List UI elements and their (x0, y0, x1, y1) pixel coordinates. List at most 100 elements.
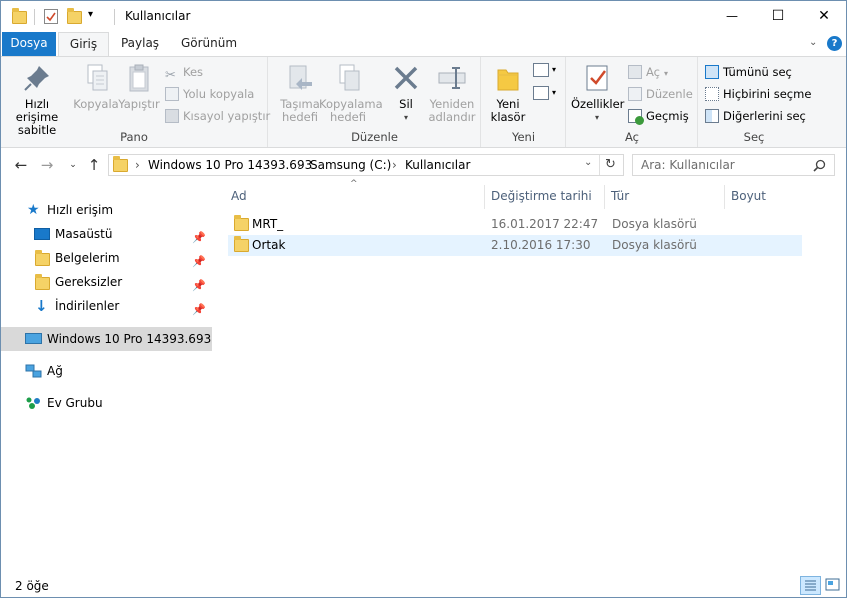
forward-arrow-icon: → (40, 156, 54, 174)
new-folder-button[interactable]: Yeni klasör (486, 62, 530, 124)
column-header-size[interactable]: Boyut (725, 185, 805, 209)
search-box[interactable]: Ara: Kullanıcılar (632, 154, 835, 176)
new-folder-icon (492, 62, 524, 94)
separator (34, 9, 35, 25)
move-to-button[interactable]: Taşıma hedefi (275, 62, 325, 124)
file-name: Ortak (252, 238, 286, 252)
properties-button[interactable]: Özellikler ▾ (571, 62, 624, 124)
address-bar[interactable]: › Windows 10 Pro 14393.693 › Samsung (C:… (108, 154, 624, 176)
column-header-name[interactable]: Ad (225, 185, 485, 209)
download-arrow-icon: ↓ (35, 297, 48, 315)
copy-path-icon (165, 87, 179, 101)
column-header-modified[interactable]: Değiştirme tarihi (485, 185, 605, 209)
copy-icon (80, 62, 112, 94)
ribbon-tabs: Dosya Giriş Paylaş Görünüm ⌄ ? (1, 32, 846, 57)
minimize-button[interactable]: — (709, 1, 755, 31)
separator (599, 155, 600, 175)
pin-icon[interactable]: 📌 (192, 298, 206, 322)
chevron-down-icon: ⌄ (69, 160, 77, 170)
table-row[interactable]: MRT_ 16.01.2017 22:47 Dosya klasörü (228, 214, 802, 235)
open-group: Özellikler ▾ Aç ▾ Düzenle Geçmiş Aç (567, 57, 698, 147)
organize-group: Taşıma hedefi Kopyalama hedefi Sil ▾ Yen… (269, 57, 481, 147)
edit-button[interactable]: Düzenle (628, 84, 693, 104)
rename-icon (436, 62, 468, 94)
new-folder-quick-icon[interactable] (67, 8, 82, 24)
clipboard-group: Hızlı erişime sabitle Kopyala Yapıştır ✂… (1, 57, 270, 147)
nav-documents[interactable]: Belgelerim 📌 (1, 246, 212, 270)
search-input[interactable]: Ara: Kullanıcılar (641, 158, 735, 172)
search-icon (813, 159, 826, 172)
large-icons-view-button[interactable] (823, 576, 844, 595)
open-icon (628, 65, 642, 79)
customize-quick-access-icon[interactable]: ▾ (88, 9, 93, 20)
copy-to-button[interactable]: Kopyalama hedefi (319, 62, 383, 124)
tab-home[interactable]: Giriş (58, 32, 109, 57)
invert-selection-button[interactable]: Diğerlerini seç (705, 106, 806, 126)
window-title: Kullanıcılar (125, 9, 191, 23)
breadcrumb-separator: › (392, 158, 397, 172)
nav-homegroup[interactable]: Ev Grubu (1, 391, 212, 415)
back-button[interactable]: ← (12, 156, 30, 174)
collapse-ribbon-icon[interactable]: ⌄ (809, 37, 817, 48)
column-header-type[interactable]: Tür (605, 185, 725, 209)
large-icons-view-icon (825, 578, 840, 591)
paste-shortcut-button[interactable]: Kısayol yapıştır (165, 106, 270, 126)
navigation-pane: ★ Hızlı erişim Masaüstü 📌 Belgelerim 📌 G… (1, 181, 212, 571)
up-button[interactable]: ↑ (85, 156, 103, 174)
refresh-icon[interactable]: ↻ (605, 157, 616, 172)
nav-junk[interactable]: Gereksizler 📌 (1, 270, 212, 294)
nav-network[interactable]: Ağ (1, 359, 212, 383)
paste-shortcut-icon (165, 109, 179, 123)
select-all-button[interactable]: Tümünü seç (705, 62, 792, 82)
select-none-icon (705, 87, 719, 101)
open-button[interactable]: Aç ▾ (628, 62, 668, 82)
move-to-icon (284, 62, 316, 94)
ribbon: Hızlı erişime sabitle Kopyala Yapıştır ✂… (1, 56, 846, 148)
close-button[interactable]: ✕ (801, 1, 847, 31)
help-icon[interactable]: ? (827, 36, 842, 51)
folder-icon (234, 236, 249, 252)
rename-button[interactable]: Yeniden adlandır (427, 62, 477, 124)
history-icon (628, 109, 644, 125)
details-view-button[interactable] (800, 576, 821, 595)
tab-view[interactable]: Görünüm (173, 32, 245, 56)
computer-icon (25, 333, 42, 344)
paste-button[interactable]: Yapıştır (117, 62, 161, 111)
delete-button[interactable]: Sil ▾ (387, 62, 425, 124)
select-none-button[interactable]: Hiçbirini seçme (705, 84, 811, 104)
new-group-label: Yeni (511, 130, 536, 144)
folder-icon (35, 274, 50, 290)
recent-locations-button[interactable]: ⌄ (64, 156, 82, 174)
tab-share[interactable]: Paylaş (113, 32, 167, 56)
cut-button[interactable]: ✂ Kes (165, 62, 203, 83)
delete-x-icon (390, 62, 422, 94)
properties-quick-icon[interactable] (44, 9, 58, 24)
details-view-icon (805, 580, 816, 591)
tab-file[interactable]: Dosya (2, 32, 56, 56)
pin-quick-access-button[interactable]: Hızlı erişime sabitle (5, 62, 69, 137)
close-icon: ✕ (818, 8, 830, 24)
organize-group-label: Düzenle (351, 130, 398, 144)
nav-downloads[interactable]: ↓ İndirilenler 📌 (1, 294, 212, 318)
nav-this-pc[interactable]: Windows 10 Pro 14393.693 (1, 327, 212, 351)
desktop-icon (34, 228, 50, 240)
history-button[interactable]: Geçmiş (628, 106, 689, 126)
copy-path-button[interactable]: Yolu kopyala (165, 84, 254, 104)
address-history-dropdown[interactable]: ⌄ (584, 157, 592, 168)
separator (114, 9, 115, 25)
forward-button[interactable]: → (38, 156, 56, 174)
chevron-down-icon: ▾ (552, 88, 557, 97)
address-row: ← → ⌄ ↑ › Windows 10 Pro 14393.693 › Sam… (1, 148, 846, 181)
breadcrumb-current[interactable]: Kullanıcılar (405, 158, 470, 172)
file-type: Dosya klasörü (612, 238, 697, 252)
file-modified: 2.10.2016 17:30 (491, 238, 591, 252)
maximize-button[interactable]: ☐ (755, 1, 801, 31)
breadcrumb-this-pc[interactable]: Windows 10 Pro 14393.693 (148, 158, 312, 172)
easy-access-icon[interactable] (533, 86, 549, 100)
copy-button[interactable]: Kopyala (73, 62, 119, 111)
table-row[interactable]: Ortak 2.10.2016 17:30 Dosya klasörü (228, 235, 802, 256)
nav-quick-access[interactable]: ★ Hızlı erişim (1, 198, 212, 222)
breadcrumb-drive[interactable]: Samsung (C:) (310, 158, 391, 172)
nav-desktop[interactable]: Masaüstü 📌 (1, 222, 212, 246)
new-item-icon[interactable] (533, 63, 549, 77)
